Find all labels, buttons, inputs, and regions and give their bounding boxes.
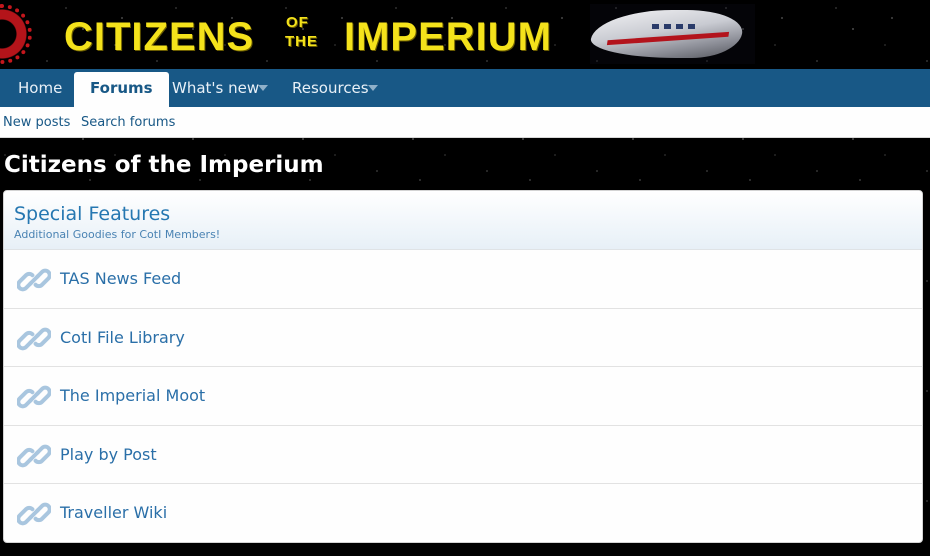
logo-word-imperium: IMPERIUM (344, 15, 552, 59)
category-title[interactable]: Special Features (14, 201, 912, 227)
starship-window (676, 24, 683, 29)
gear-emblem-icon (0, 4, 32, 64)
node-title-link[interactable]: Play by Post (60, 426, 157, 484)
sub-navigation: New posts Search forums (0, 107, 930, 138)
forum-node: The Imperial Moot (4, 367, 922, 426)
category-header: Special Features Additional Goodies for … (4, 191, 922, 250)
logo-word-citizens: CITIZENS (64, 15, 255, 59)
link-icon (17, 385, 51, 409)
node-title-link[interactable]: CotI File Library (60, 309, 185, 367)
new-posts-link[interactable]: New posts (3, 107, 70, 138)
site-banner[interactable]: CITIZENS OF THE IMPERIUM (0, 0, 930, 69)
nav-tab-home[interactable]: Home (2, 69, 78, 107)
link-icon (17, 503, 51, 526)
caret-down-icon[interactable] (258, 85, 268, 91)
starship-window (664, 24, 671, 29)
forum-node: Traveller Wiki (4, 484, 922, 542)
category-block: Special Features Additional Goodies for … (3, 190, 923, 543)
category-description: Additional Goodies for CotI Members! (14, 228, 221, 241)
search-forums-link[interactable]: Search forums (81, 107, 175, 138)
forum-node: Play by Post (4, 426, 922, 485)
forum-node: CotI File Library (4, 309, 922, 368)
link-icon (17, 327, 51, 350)
link-icon (17, 268, 51, 292)
node-title-link[interactable]: Traveller Wiki (60, 484, 167, 542)
caret-down-icon[interactable] (368, 85, 378, 91)
page-title: Citizens of the Imperium (4, 152, 324, 178)
nav-tab-forums[interactable]: Forums (74, 72, 169, 107)
forum-node: TAS News Feed (4, 250, 922, 309)
starship-window (652, 24, 659, 29)
logo-word-the: THE (285, 33, 318, 50)
node-title-link[interactable]: TAS News Feed (60, 250, 181, 308)
link-icon (17, 444, 51, 468)
starship-image (586, 4, 755, 64)
node-title-link[interactable]: The Imperial Moot (60, 367, 205, 425)
main-navigation: Home Forums What's new Resources (0, 69, 930, 107)
starship-window (688, 24, 695, 29)
